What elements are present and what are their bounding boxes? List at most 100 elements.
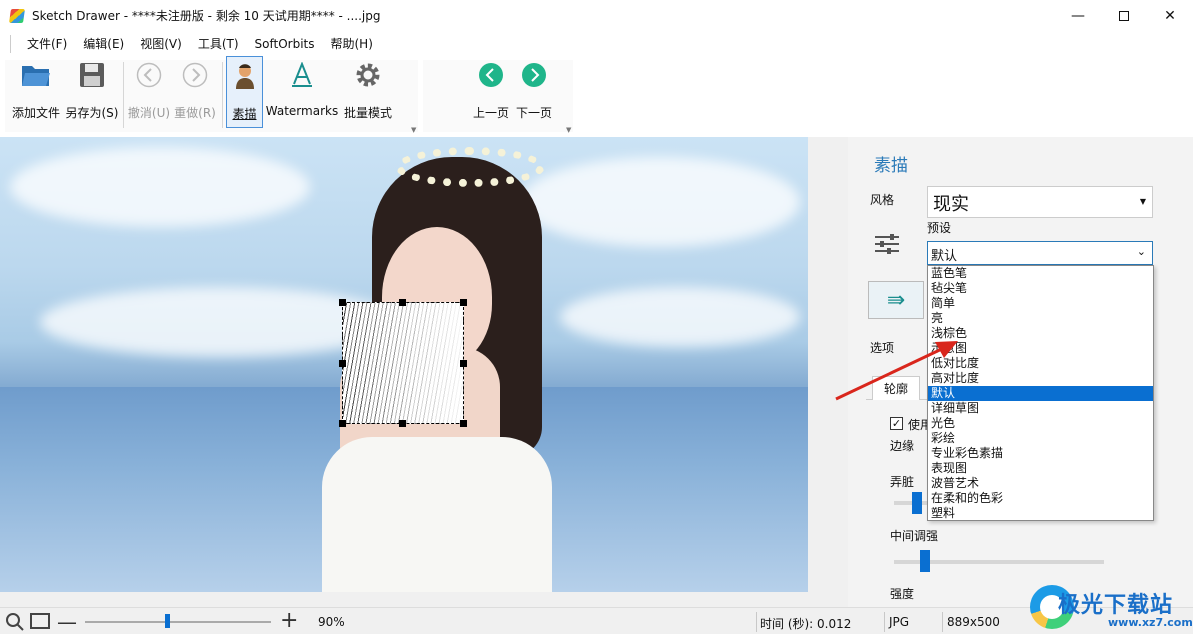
- sketch-preview-selection[interactable]: [342, 302, 464, 424]
- preset-option[interactable]: 塑料: [928, 506, 1153, 521]
- preset-option[interactable]: 亮: [928, 311, 1153, 326]
- cloud: [520, 157, 800, 247]
- toolbar-separator: [222, 62, 223, 128]
- resize-handle[interactable]: [399, 420, 406, 427]
- circle-right-icon: [518, 59, 550, 91]
- toolbar: 添加文件 另存为(S) 撤消(U) 重做(R) 素描 Watermarks 批量…: [0, 56, 1193, 136]
- text-a-icon: [286, 59, 318, 91]
- preset-option[interactable]: 波普艺术: [928, 476, 1153, 491]
- zoom-search-icon[interactable]: [5, 612, 25, 632]
- watermark-url: www.xz7.com: [1108, 616, 1193, 629]
- menu-edit[interactable]: 编辑(E): [75, 35, 132, 52]
- batch-mode-button[interactable]: 批量模式: [340, 56, 396, 128]
- undo-label: 撤消(U): [127, 106, 171, 120]
- folder-open-icon: [20, 59, 52, 91]
- tab-outline[interactable]: 轮廓: [872, 376, 920, 400]
- double-arrow-right-icon: ⇛: [886, 287, 906, 313]
- preset-option[interactable]: 高对比度: [928, 371, 1153, 386]
- status-separator: [756, 612, 757, 632]
- menu-grip: [10, 34, 11, 53]
- strength-label: 强度: [890, 587, 915, 601]
- apply-arrow-button[interactable]: ⇛: [868, 281, 924, 319]
- style-select[interactable]: 现实 ▼: [927, 186, 1153, 218]
- preset-dropdown-list[interactable]: 蓝色笔 毡尖笔 简单 亮 浅棕色 示意图 低对比度 高对比度 默认 详细草图 光…: [927, 265, 1154, 521]
- toolbar-expand-icon[interactable]: ▼: [411, 126, 416, 134]
- resize-handle[interactable]: [339, 360, 346, 367]
- sketch-label: 素描: [232, 107, 257, 121]
- zoom-out-button[interactable]: —: [57, 610, 77, 634]
- app-logo-icon: [10, 9, 24, 23]
- resize-handle[interactable]: [460, 360, 467, 367]
- circle-left-icon: [475, 59, 507, 91]
- dirty-slider-thumb[interactable]: [912, 492, 922, 514]
- preset-option-selected[interactable]: 默认: [928, 386, 1153, 401]
- resize-handle[interactable]: [399, 299, 406, 306]
- cloud: [560, 287, 800, 347]
- resize-handle[interactable]: [339, 420, 346, 427]
- preset-option[interactable]: 毡尖笔: [928, 281, 1153, 296]
- chevron-down-icon: ⌄: [1136, 245, 1146, 258]
- style-value: 现实: [933, 194, 969, 215]
- close-button[interactable]: ✕: [1147, 0, 1193, 31]
- zoom-in-button[interactable]: +: [280, 608, 298, 633]
- menu-tools[interactable]: 工具(T): [190, 35, 247, 52]
- add-file-label: 添加文件: [11, 106, 60, 120]
- preset-option[interactable]: 蓝色笔: [928, 266, 1153, 281]
- canvas-area[interactable]: [0, 137, 848, 607]
- add-file-button[interactable]: 添加文件: [8, 56, 64, 128]
- process-time: 时间 (秒): 0.012: [760, 617, 852, 631]
- preset-option[interactable]: 专业彩色素描: [928, 446, 1153, 461]
- zoom-slider-track[interactable]: [85, 621, 271, 623]
- menu-softorbits[interactable]: SoftOrbits: [247, 37, 323, 51]
- preset-option[interactable]: 表现图: [928, 461, 1153, 476]
- fit-window-icon[interactable]: [30, 613, 50, 629]
- redo-button[interactable]: 重做(R): [173, 56, 217, 128]
- preset-option[interactable]: 示意图: [928, 341, 1153, 356]
- prev-page-button[interactable]: 上一页: [470, 56, 512, 128]
- preset-option[interactable]: 彩绘: [928, 431, 1153, 446]
- preset-option[interactable]: 在柔和的色彩: [928, 491, 1153, 506]
- sliders-icon: [875, 233, 899, 255]
- zoom-slider-thumb[interactable]: [165, 614, 170, 628]
- preset-option[interactable]: 简单: [928, 296, 1153, 311]
- minimize-icon: —: [1071, 7, 1085, 24]
- preset-select[interactable]: 默认 ⌄: [927, 241, 1153, 265]
- midtone-label: 中间调强: [890, 529, 939, 543]
- menu-view[interactable]: 视图(V): [132, 35, 190, 52]
- photo-preview[interactable]: [0, 137, 808, 592]
- close-icon: ✕: [1164, 7, 1176, 24]
- status-separator: [884, 612, 885, 632]
- zoom-level: 90%: [318, 615, 345, 629]
- undo-button[interactable]: 撤消(U): [127, 56, 171, 128]
- watermarks-label: Watermarks: [265, 104, 339, 118]
- save-as-button[interactable]: 另存为(S): [64, 56, 120, 128]
- edge-label: 边缘: [890, 439, 915, 453]
- menu-help[interactable]: 帮助(H): [322, 35, 380, 52]
- toolbar-separator: [123, 62, 124, 128]
- preset-option[interactable]: 低对比度: [928, 356, 1153, 371]
- resize-handle[interactable]: [460, 420, 467, 427]
- resize-handle[interactable]: [339, 299, 346, 306]
- tab-outline-label: 轮廓: [883, 382, 908, 396]
- next-page-label: 下一页: [515, 106, 552, 120]
- minimize-button[interactable]: —: [1055, 0, 1101, 31]
- midtone-slider-thumb[interactable]: [920, 550, 930, 572]
- image-format: JPG: [889, 615, 910, 629]
- sketch-button[interactable]: 素描: [226, 56, 263, 128]
- cloud: [10, 147, 310, 227]
- maximize-button[interactable]: [1101, 0, 1147, 31]
- preset-option[interactable]: 光色: [928, 416, 1153, 431]
- next-page-button[interactable]: 下一页: [513, 56, 555, 128]
- dirty-label: 弄脏: [890, 475, 915, 489]
- status-separator: [942, 612, 943, 632]
- use-checkbox[interactable]: ✓: [890, 417, 903, 430]
- watermarks-button[interactable]: Watermarks: [265, 56, 339, 128]
- menu-file[interactable]: 文件(F): [19, 35, 75, 52]
- toolbar-nav-expand-icon[interactable]: ▼: [566, 126, 571, 134]
- menu-bar: 文件(F) 编辑(E) 视图(V) 工具(T) SoftOrbits 帮助(H): [0, 31, 1193, 56]
- preset-value: 默认: [931, 249, 958, 264]
- preset-option[interactable]: 浅棕色: [928, 326, 1153, 341]
- panel-title: 素描: [874, 156, 908, 176]
- resize-handle[interactable]: [460, 299, 467, 306]
- preset-option[interactable]: 详细草图: [928, 401, 1153, 416]
